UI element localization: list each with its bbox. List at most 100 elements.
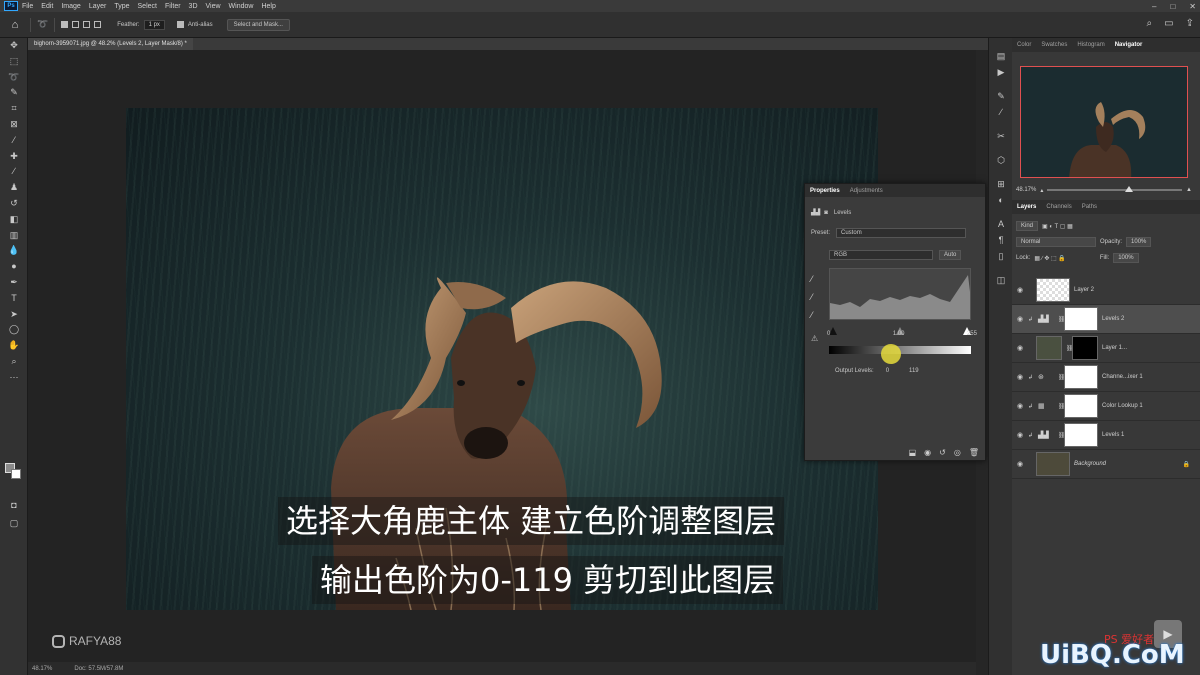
input-white[interactable]: 255 [967, 331, 977, 337]
delete-icon[interactable]: 🗑 [969, 448, 979, 457]
tab-color[interactable]: Color [1012, 42, 1036, 48]
menu-3d[interactable]: 3D [189, 3, 198, 10]
path-select-icon[interactable]: ➤ [0, 307, 28, 323]
layer-row-selected[interactable]: ◉ ↲ ▟▟ ⛓ Levels 2 [1012, 305, 1200, 334]
history-icon[interactable]: ▤ [989, 48, 1013, 64]
layer-name[interactable]: Layer 2 [1074, 287, 1094, 293]
menu-file[interactable]: File [22, 3, 33, 10]
paragraph-icon[interactable]: ¶ [989, 232, 1013, 248]
frame-tool-icon[interactable]: ⊠ [0, 117, 28, 133]
quick-mask-icon[interactable]: ◘ [0, 498, 28, 514]
select-and-mask-button[interactable]: Select and Mask... [226, 18, 290, 31]
output-white[interactable]: 119 [909, 368, 919, 374]
layer-row[interactable]: ◉ Background 🔒 [1012, 450, 1200, 479]
layer-name[interactable]: Channe...ixer 1 [1102, 374, 1143, 380]
layer-name[interactable]: Background [1074, 461, 1106, 467]
intersect-selection-icon[interactable] [94, 21, 102, 28]
tab-channels[interactable]: Channels [1041, 204, 1076, 210]
marquee-tool-icon[interactable]: ⬚ [0, 54, 28, 70]
zoom-in-icon[interactable]: ▲ [1186, 187, 1192, 193]
input-slider[interactable] [829, 322, 971, 335]
layer-name[interactable]: Levels 1 [1102, 432, 1124, 438]
feather-input[interactable]: 1 px [143, 19, 165, 30]
menu-image[interactable]: Image [61, 3, 80, 10]
character-icon[interactable]: A [989, 216, 1013, 232]
lasso-tool-icon[interactable]: ➰ [0, 70, 28, 86]
status-zoom[interactable]: 48.17% [32, 666, 52, 672]
filter-icons[interactable]: ▣ ◐ T ▢ ▦ [1042, 223, 1073, 230]
crop-tool-icon[interactable]: ⌗ [0, 101, 28, 117]
auto-button[interactable]: Auto [939, 250, 962, 260]
tab-properties[interactable]: Properties [805, 188, 845, 194]
zoom-slider[interactable] [1047, 186, 1183, 192]
mask-icon[interactable]: ◙ [824, 210, 828, 216]
dodge-tool-icon[interactable]: ● [0, 259, 28, 275]
layers-dock-icon[interactable]: ◫ [989, 272, 1013, 288]
brushes-icon[interactable]: ∕ [989, 104, 1013, 120]
preset-select[interactable]: Custom [836, 228, 967, 238]
glyphs-icon[interactable]: ▯ [989, 248, 1013, 264]
lasso-tool-icon[interactable]: ➰ [37, 19, 48, 30]
brush-tool-icon[interactable]: ∕ [0, 164, 28, 180]
share-icon[interactable]: ⇪ [1186, 18, 1194, 29]
input-black[interactable]: 0 [827, 331, 830, 337]
layer-mask-thumbnail[interactable] [1072, 336, 1098, 360]
clip-to-layer-icon[interactable]: ⬓ [909, 448, 917, 457]
adjustments-icon[interactable]: ◐ [989, 192, 1013, 208]
tab-navigator[interactable]: Navigator [1110, 42, 1148, 48]
layer-mask-thumbnail[interactable] [1064, 394, 1098, 418]
background-color[interactable] [11, 469, 21, 479]
quick-select-icon[interactable]: ✎ [0, 85, 28, 101]
minimize-icon[interactable]: – [1152, 2, 1156, 11]
tab-swatches[interactable]: Swatches [1036, 42, 1072, 48]
tab-layers[interactable]: Layers [1012, 204, 1041, 210]
menu-layer[interactable]: Layer [89, 3, 107, 10]
eye-icon[interactable]: ◉ [1012, 402, 1028, 410]
brush-settings-icon[interactable]: ✎ [989, 88, 1013, 104]
document-tab[interactable]: bighorn-3959071.jpg @ 48.2% (Levels 2, L… [28, 38, 193, 50]
shape-tool-icon[interactable]: ◯ [0, 322, 28, 338]
blur-tool-icon[interactable]: 💧 [0, 243, 28, 259]
menu-help[interactable]: Help [261, 3, 275, 10]
subtract-selection-icon[interactable] [83, 21, 91, 28]
search-icon[interactable]: ⌕ [1147, 18, 1153, 29]
tab-adjustments[interactable]: Adjustments [845, 188, 888, 194]
hand-tool-icon[interactable]: ✋ [0, 338, 28, 354]
eye-icon[interactable]: ◉ [1012, 344, 1028, 352]
eraser-icon[interactable]: ◧ [0, 212, 28, 228]
history-brush-icon[interactable]: ↺ [0, 196, 28, 212]
fill-input[interactable]: 100% [1113, 253, 1139, 263]
view-previous-icon[interactable]: ◉ [924, 448, 931, 457]
eye-icon[interactable]: ◉ [1012, 286, 1028, 294]
clip-warning-icon[interactable]: ⚠ [811, 334, 818, 343]
properties-icon[interactable]: ⊞ [989, 176, 1013, 192]
eye-icon[interactable]: ◉ [1012, 431, 1028, 439]
more-tools-icon[interactable]: ⋯ [0, 370, 28, 386]
visibility-icon[interactable]: ◎ [954, 448, 961, 457]
layer-name[interactable]: Levels 2 [1102, 316, 1124, 322]
layer-name[interactable]: Color Lookup 1 [1102, 403, 1143, 409]
actions-icon[interactable]: ▶ [989, 64, 1013, 80]
zoom-tool-icon[interactable]: ⌕ [0, 354, 28, 370]
layer-row[interactable]: ◉ ↲ ⊛ ⛓ Channe...ixer 1 [1012, 363, 1200, 392]
workspace-icon[interactable]: ▭ [1164, 18, 1173, 29]
new-selection-icon[interactable] [61, 21, 69, 28]
layer-row[interactable]: ◉ ↲ ▟▟ ⛓ Levels 1 [1012, 421, 1200, 450]
kind-filter[interactable]: Kind [1016, 221, 1039, 231]
maximize-icon[interactable]: □ [1170, 2, 1175, 11]
eyedropper-white-icon[interactable]: ⁄ [811, 306, 813, 324]
layer-row[interactable]: ◉ ⛓ Layer 1... [1012, 334, 1200, 363]
menu-type[interactable]: Type [114, 3, 129, 10]
eyedropper-icon[interactable]: ⁄ [0, 133, 28, 149]
menu-window[interactable]: Window [229, 3, 254, 10]
type-tool-icon[interactable]: T [0, 291, 28, 307]
eye-icon[interactable]: ◉ [1012, 373, 1028, 381]
cube-icon[interactable]: ⬡ [989, 152, 1013, 168]
layer-mask-thumbnail[interactable] [1064, 307, 1098, 331]
layer-mask-thumbnail[interactable] [1064, 423, 1098, 447]
stamp-tool-icon[interactable]: ♟ [0, 180, 28, 196]
healing-brush-icon[interactable]: ✚ [0, 149, 28, 165]
eye-icon[interactable]: ◉ [1012, 315, 1028, 323]
eyedropper-gray-icon[interactable]: ⁄ [811, 288, 813, 306]
menu-select[interactable]: Select [138, 3, 157, 10]
